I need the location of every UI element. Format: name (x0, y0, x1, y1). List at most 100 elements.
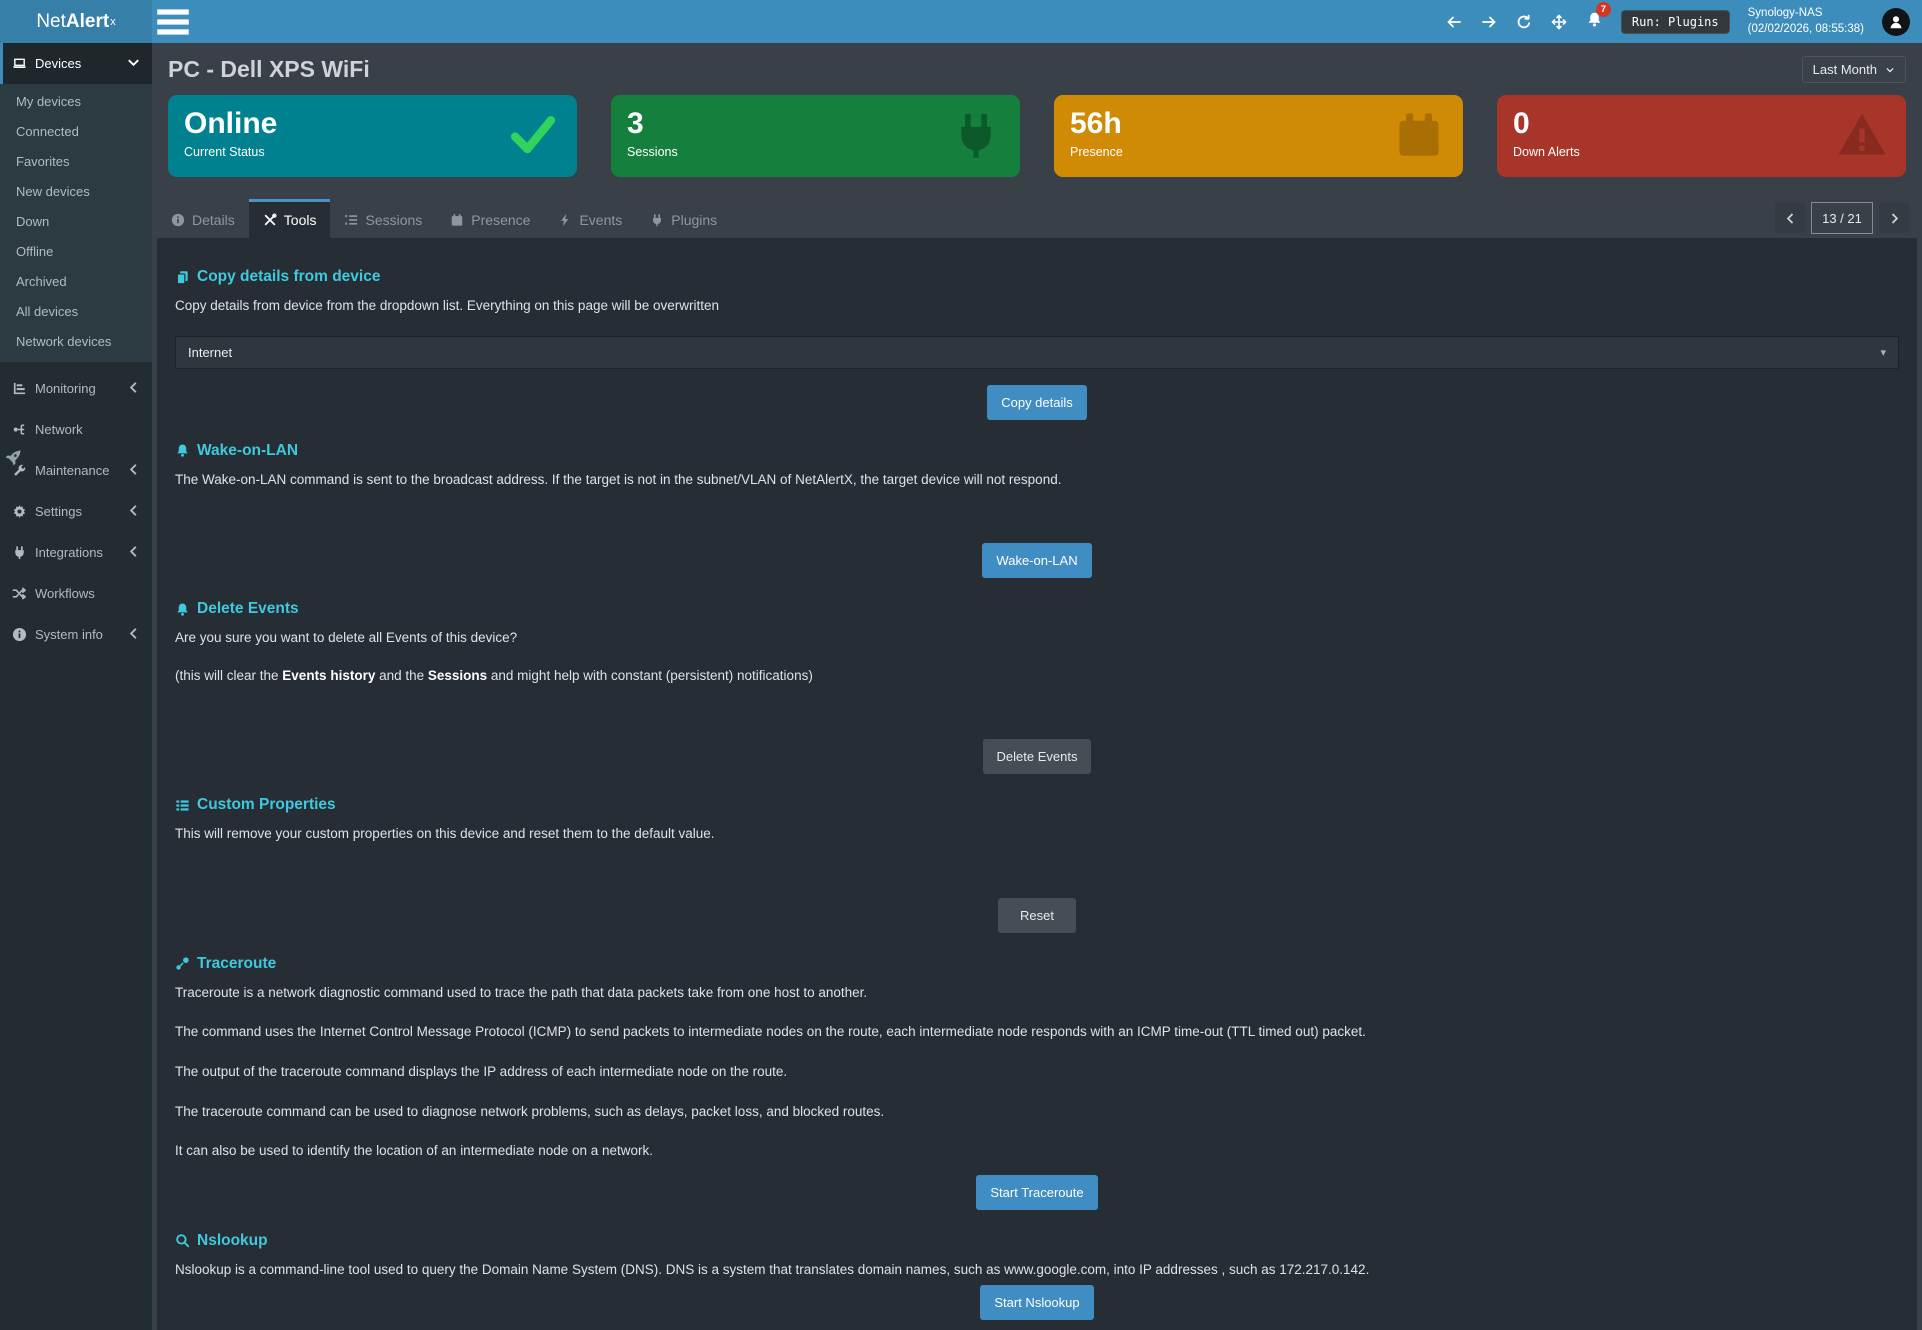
sidebar-item-label: Integrations (35, 545, 103, 560)
chevron-down-icon (126, 55, 141, 73)
list-icon (175, 798, 190, 813)
tab-presence[interactable]: Presence (436, 199, 544, 238)
sessions-label: Sessions (627, 145, 1004, 159)
sidebar-item-network-devices[interactable]: Network devices (0, 326, 152, 356)
tab-events[interactable]: Events (544, 199, 636, 238)
brand-alert: Alert (66, 11, 109, 33)
copy-details-button[interactable]: Copy details (987, 385, 1087, 420)
refresh-button[interactable] (1516, 13, 1533, 30)
start-traceroute-button[interactable]: Start Traceroute (976, 1175, 1097, 1210)
user-avatar[interactable] (1882, 8, 1910, 36)
sidebar-item-monitoring[interactable]: Monitoring (0, 368, 152, 409)
sidebar-toggle-button[interactable] (152, 0, 194, 43)
status-cards: Online Current Status 3 Sessions 56h Pre… (152, 93, 1922, 177)
back-arrow-icon (1446, 14, 1462, 30)
sidebar-item-connected[interactable]: Connected (0, 116, 152, 146)
back-button[interactable] (1446, 13, 1463, 30)
copy-source-select[interactable]: Internet ▾ (175, 336, 1899, 369)
sidebar-item-system-info[interactable]: System info (0, 614, 152, 655)
pager-position: 13 / 21 (1811, 202, 1873, 234)
tab-plugins[interactable]: Plugins (636, 199, 731, 238)
tab-sessions[interactable]: Sessions (330, 199, 436, 238)
page-header: PC - Dell XPS WiFi Last Month (152, 43, 1922, 93)
move-icon (1551, 14, 1567, 30)
app-logo[interactable]: NetAlertx (0, 0, 152, 43)
tab-label: Tools (284, 212, 317, 228)
sidebar-item-network[interactable]: Network (0, 409, 152, 450)
custom-properties-section-title: Custom Properties (175, 796, 1899, 814)
chevron-right-icon (1888, 212, 1901, 225)
down-alerts-value: 0 (1513, 107, 1890, 142)
tab-details[interactable]: Details (157, 199, 249, 238)
chevron-left-icon (1784, 212, 1797, 225)
chevron-left-icon (126, 503, 141, 521)
tab-tools[interactable]: Tools (249, 199, 331, 238)
down-alerts-card[interactable]: 0 Down Alerts (1497, 95, 1906, 177)
sessions-card[interactable]: 3 Sessions (611, 95, 1020, 177)
sidebar-item-integrations[interactable]: Integrations (0, 532, 152, 573)
presence-value: 56h (1070, 107, 1447, 142)
traceroute-paragraph: The command uses the Internet Control Me… (175, 1022, 1899, 1042)
delete-events-question: Are you sure you want to delete all Even… (175, 628, 1899, 648)
sidebar-item-settings[interactable]: Settings (0, 491, 152, 532)
chevron-left-icon (126, 380, 141, 398)
forward-button[interactable] (1481, 13, 1498, 30)
nslookup-section-title: Nslookup (175, 1232, 1899, 1250)
wake-on-lan-button[interactable]: Wake-on-LAN (982, 543, 1091, 578)
copy-details-section-title: Copy details from device (175, 268, 1899, 286)
main-content: PC - Dell XPS WiFi Last Month Online Cur… (152, 43, 1922, 1330)
sidebar-item-all-devices[interactable]: All devices (0, 296, 152, 326)
sidebar-item-offline[interactable]: Offline (0, 236, 152, 266)
presence-card[interactable]: 56h Presence (1054, 95, 1463, 177)
rocket-icon[interactable] (3, 448, 23, 468)
sidebar-item-devices[interactable]: Devices (0, 43, 152, 84)
reset-button[interactable]: Reset (998, 898, 1076, 933)
info-icon (171, 213, 185, 227)
page-title: PC - Dell XPS WiFi (168, 56, 370, 83)
refresh-icon (1516, 14, 1532, 30)
plug-icon (950, 109, 1002, 166)
delete-events-button[interactable]: Delete Events (983, 739, 1092, 774)
pager-next-button[interactable] (1879, 203, 1909, 233)
netalertx-app: NetAlertx 7 Run: Plugins Syno (0, 0, 1922, 1330)
list-ol-icon (344, 213, 358, 227)
sidebar-item-my-devices[interactable]: My devices (0, 86, 152, 116)
copy-icon (175, 270, 190, 285)
traceroute-paragraph: The output of the traceroute command dis… (175, 1062, 1899, 1082)
sidebar-item-workflows[interactable]: Workflows (0, 573, 152, 614)
tab-label: Details (192, 212, 235, 228)
status-label: Current Status (184, 145, 561, 159)
sidebar-item-favorites[interactable]: Favorites (0, 146, 152, 176)
sidebar-item-down[interactable]: Down (0, 206, 152, 236)
tab-label: Plugins (671, 212, 717, 228)
move-button[interactable] (1551, 13, 1568, 30)
plug-icon (12, 545, 27, 560)
sidebar-item-archived[interactable]: Archived (0, 266, 152, 296)
notifications-button[interactable]: 7 (1586, 11, 1603, 33)
tools-icon (263, 213, 277, 227)
top-navbar: NetAlertx 7 Run: Plugins Syno (0, 0, 1922, 43)
tabs: Details Tools Sessions Presence Events (157, 199, 731, 238)
sidebar-item-label: Workflows (35, 586, 95, 601)
gear-icon (12, 504, 27, 519)
device-pager: 13 / 21 (1775, 202, 1909, 234)
sidebar-item-label: Network (35, 422, 83, 437)
laptop-icon (12, 56, 27, 71)
period-selector[interactable]: Last Month (1802, 56, 1906, 83)
sidebar-item-label: Monitoring (35, 381, 96, 396)
sidebar-item-label: Devices (35, 56, 81, 71)
host-name: Synology-NAS (1748, 6, 1864, 22)
tab-label: Presence (471, 212, 530, 228)
start-nslookup-button[interactable]: Start Nslookup (980, 1285, 1093, 1320)
devices-submenu: My devices Connected Favorites New devic… (0, 84, 152, 362)
delete-events-section-title: Delete Events (175, 600, 1899, 618)
sidebar-item-label: Maintenance (35, 463, 109, 478)
sidebar-item-new-devices[interactable]: New devices (0, 176, 152, 206)
run-plugins-button[interactable]: Run: Plugins (1621, 10, 1730, 34)
search-icon (175, 1233, 190, 1248)
sessions-value: 3 (627, 107, 1004, 142)
presence-label: Presence (1070, 145, 1447, 159)
pager-prev-button[interactable] (1775, 203, 1805, 233)
host-info: Synology-NAS (02/02/2026, 08:55:38) (1748, 6, 1864, 37)
current-status-card[interactable]: Online Current Status (168, 95, 577, 177)
